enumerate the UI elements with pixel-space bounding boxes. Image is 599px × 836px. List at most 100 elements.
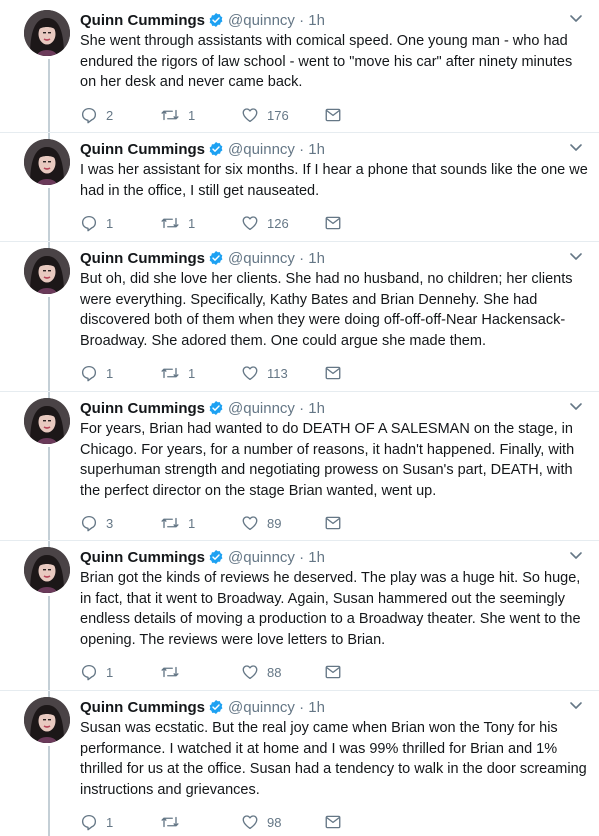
retweet-icon <box>161 109 179 120</box>
tweet-divider <box>0 540 599 541</box>
reply-count: 1 <box>106 216 114 231</box>
author-handle[interactable]: @quinncy <box>228 699 295 716</box>
timestamp[interactable]: 1h <box>308 400 325 417</box>
reply-count: 2 <box>106 107 114 123</box>
envelope-icon <box>325 815 341 829</box>
avatar[interactable] <box>24 139 70 185</box>
avatar[interactable] <box>24 10 70 56</box>
retweet-count: 1 <box>188 216 196 231</box>
author-handle[interactable]: @quinncy <box>228 12 295 29</box>
retweet-button[interactable] <box>160 813 188 833</box>
tweet-text: But oh, did she love her clients. She ha… <box>80 271 573 349</box>
author-name[interactable]: Quinn Cummings <box>80 549 205 566</box>
reply-button[interactable]: 1 <box>80 214 113 234</box>
thread-connector-line <box>48 447 50 548</box>
author-handle[interactable]: @quinncy <box>228 250 295 267</box>
avatar[interactable] <box>24 547 70 593</box>
avatar[interactable] <box>24 248 70 294</box>
direct-message-button[interactable] <box>324 106 350 126</box>
envelope-icon <box>325 665 341 679</box>
reply-button[interactable]: 1 <box>80 364 113 384</box>
tweet[interactable]: Quinn Cummings @quinncy · 1h I was her as… <box>0 139 599 249</box>
separator-dot: · <box>299 250 305 267</box>
timestamp[interactable]: 1h <box>308 549 325 566</box>
thread-connector-line <box>48 596 50 698</box>
avatar[interactable] <box>24 398 70 444</box>
author-handle[interactable]: @quinncy <box>228 400 295 417</box>
timestamp[interactable]: 1h <box>308 141 325 158</box>
tweet-header: Quinn Cummings @quinncy · 1h <box>80 399 325 419</box>
chevron-down-icon[interactable] <box>569 11 583 25</box>
author-handle[interactable]: @quinncy <box>228 141 295 158</box>
author-name[interactable]: Quinn Cummings <box>80 400 205 417</box>
separator-dot: · <box>299 400 305 417</box>
like-button[interactable]: 88 <box>241 663 281 683</box>
retweet-icon <box>161 816 179 828</box>
retweet-button[interactable]: 1 <box>160 364 195 384</box>
retweet-icon <box>161 517 179 529</box>
reply-icon <box>81 215 97 232</box>
tweet-actions: 1 88 <box>80 663 380 683</box>
like-count: 113 <box>267 366 288 381</box>
direct-message-button[interactable] <box>324 663 350 683</box>
direct-message-button[interactable] <box>324 214 350 234</box>
like-count: 88 <box>267 665 282 680</box>
tweet[interactable]: Quinn Cummings @quinncy · 1h For years, B… <box>0 398 599 548</box>
tweet-text: She went through assistants with comical… <box>80 33 573 90</box>
reply-button[interactable]: 2 <box>80 106 113 126</box>
heart-icon <box>242 216 258 231</box>
timestamp[interactable]: 1h <box>308 12 325 29</box>
retweet-button[interactable]: 1 <box>160 214 195 234</box>
tweet-actions: 1 1 126 <box>80 214 380 234</box>
retweet-button[interactable]: 1 <box>160 106 195 126</box>
thread-connector-line <box>48 297 50 399</box>
reply-button[interactable]: 1 <box>80 663 113 683</box>
tweet-divider <box>0 241 599 242</box>
tweet[interactable]: Quinn Cummings @quinncy · 1h Brian got th… <box>0 547 599 698</box>
reply-count: 1 <box>106 366 114 381</box>
verified-badge-icon <box>209 700 223 714</box>
like-button[interactable]: 126 <box>241 214 289 234</box>
like-button[interactable]: 113 <box>241 364 288 384</box>
reply-icon <box>81 107 97 123</box>
author-name[interactable]: Quinn Cummings <box>80 250 205 267</box>
tweet-header: Quinn Cummings @quinncy · 1h <box>80 140 325 160</box>
tweet-header: Quinn Cummings @quinncy · 1h <box>80 548 325 568</box>
tweet-actions: 1 1 113 <box>80 364 380 384</box>
thread-connector-line <box>48 59 50 140</box>
reply-count: 1 <box>106 815 114 830</box>
reply-button[interactable]: 3 <box>80 514 113 534</box>
chevron-down-icon[interactable] <box>569 140 583 154</box>
direct-message-button[interactable] <box>324 514 350 534</box>
author-name[interactable]: Quinn Cummings <box>80 141 205 158</box>
chevron-down-icon[interactable] <box>569 399 583 413</box>
tweet[interactable]: Quinn Cummings @quinncy · 1h But oh, did … <box>0 248 599 399</box>
tweet-text: Brian got the kinds of reviews he deserv… <box>80 570 581 648</box>
timestamp[interactable]: 1h <box>308 699 325 716</box>
avatar[interactable] <box>24 697 70 743</box>
like-button[interactable]: 176 <box>241 106 289 126</box>
retweet-count: 1 <box>188 516 196 531</box>
chevron-down-icon[interactable] <box>569 249 583 263</box>
direct-message-button[interactable] <box>324 364 350 384</box>
retweet-icon <box>161 666 179 678</box>
reply-button[interactable]: 1 <box>80 813 113 833</box>
chevron-down-icon[interactable] <box>569 698 583 712</box>
like-button[interactable]: 98 <box>241 813 281 833</box>
tweet[interactable]: Quinn Cummings @quinncy · 1h Susan was ec… <box>0 697 599 836</box>
reply-icon <box>81 664 97 681</box>
tweet[interactable]: Quinn Cummings @quinncy · 1h She went thr… <box>0 10 599 140</box>
retweet-button[interactable]: 1 <box>160 514 195 534</box>
heart-icon <box>242 516 258 531</box>
author-name[interactable]: Quinn Cummings <box>80 12 205 29</box>
thread-connector-line <box>48 746 50 836</box>
direct-message-button[interactable] <box>324 813 350 833</box>
author-name[interactable]: Quinn Cummings <box>80 699 205 716</box>
chevron-down-icon[interactable] <box>569 548 583 562</box>
timestamp[interactable]: 1h <box>308 250 325 267</box>
retweet-count: 1 <box>188 107 196 123</box>
reply-count: 3 <box>106 516 114 531</box>
author-handle[interactable]: @quinncy <box>228 549 295 566</box>
retweet-button[interactable] <box>160 663 188 683</box>
like-button[interactable]: 89 <box>241 514 281 534</box>
